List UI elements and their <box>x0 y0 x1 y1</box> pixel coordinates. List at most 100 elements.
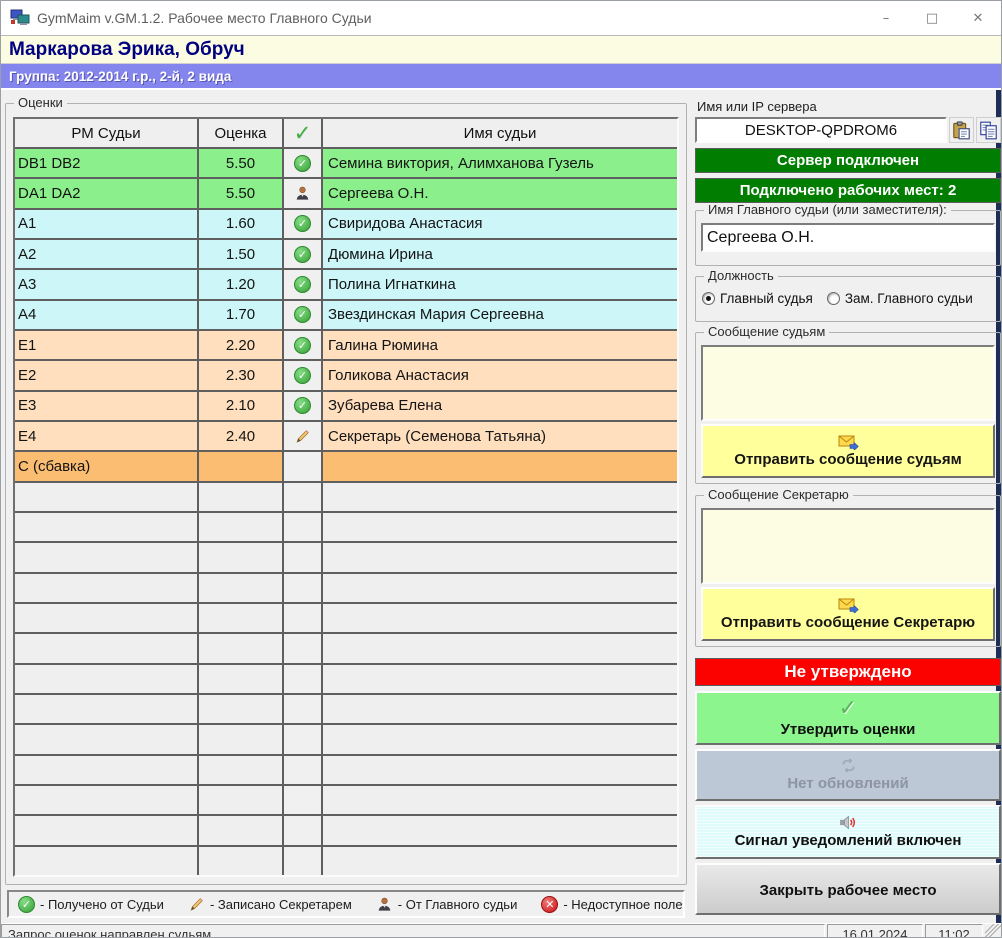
table-row: A4 1.70 ✓ Звездинская Мария Сергеевна <box>15 301 677 331</box>
judge-name-cell: Полина Игнаткина <box>323 270 677 298</box>
judge-name-cell: Секретарь (Семенова Татьяна) <box>323 422 677 450</box>
status-bar: Запрос оценок направлен судьям 16.01.202… <box>1 923 1001 938</box>
paste-button[interactable] <box>949 117 974 143</box>
judge-name-cell: Звездинская Мария Сергеевна <box>323 301 677 329</box>
approval-status-text: Не утверждено <box>784 662 911 682</box>
athlete-name: Маркарова Эрика, Обруч <box>9 39 245 61</box>
table-row: A2 1.50 ✓ Дюмина Ирина <box>15 240 677 270</box>
table-row <box>15 634 677 664</box>
received-from-judge-icon: ✓ <box>294 276 311 293</box>
legend-item: - От Главного судьи <box>376 896 518 913</box>
send-message-judges-button[interactable]: Отправить сообщение судьям <box>701 424 995 478</box>
paste-icon <box>952 121 971 140</box>
send-message-secretary-label: Отправить сообщение Секретарю <box>721 614 975 631</box>
score-cell: 1.70 <box>199 301 284 329</box>
maximize-button[interactable]: □ <box>909 1 955 35</box>
score-cell <box>199 604 284 632</box>
status-cell <box>284 786 323 814</box>
column-header-status: ✓ <box>284 119 323 147</box>
column-header-pm: РМ Судьи <box>15 119 199 147</box>
judge-name-cell: Свиридова Анастасия <box>323 210 677 238</box>
refresh-icon <box>839 758 858 773</box>
table-row: A1 1.60 ✓ Свиридова Анастасия <box>15 210 677 240</box>
received-from-judge-icon: ✓ <box>294 246 311 263</box>
table-row <box>15 725 677 755</box>
judge-name-cell <box>323 483 677 511</box>
group-band: Группа: 2012-2014 г.р., 2-й, 2 вида <box>1 64 1001 90</box>
table-row <box>15 816 677 846</box>
radio-chief-judge[interactable]: Главный судья <box>702 291 813 306</box>
pm-cell <box>15 604 199 632</box>
pm-cell <box>15 634 199 662</box>
resize-grip[interactable] <box>985 924 1001 938</box>
score-cell <box>199 574 284 602</box>
score-cell: 5.50 <box>199 149 284 177</box>
table-row: A3 1.20 ✓ Полина Игнаткина <box>15 270 677 300</box>
app-window: GymMaim v.GM.1.2. Рабочее место Главного… <box>0 0 1002 938</box>
minimize-button[interactable]: – <box>863 1 909 35</box>
close-button[interactable]: ✕ <box>955 1 1001 35</box>
pm-cell: E2 <box>15 361 199 389</box>
scores-groupbox: Оценки РМ Судьи Оценка ✓ Имя судьи DB1 D… <box>5 103 687 885</box>
score-cell <box>199 543 284 571</box>
status-message: Запрос оценок направлен судьям <box>1 924 825 938</box>
message-judges-textarea[interactable] <box>701 345 995 421</box>
pm-cell: A2 <box>15 240 199 268</box>
score-cell: 1.50 <box>199 240 284 268</box>
score-cell <box>199 452 284 480</box>
table-row <box>15 543 677 573</box>
score-cell <box>199 756 284 784</box>
message-secretary-textarea[interactable] <box>701 508 995 584</box>
send-message-judges-label: Отправить сообщение судьям <box>734 451 961 468</box>
pm-cell <box>15 786 199 814</box>
check-icon: ✓ <box>294 123 312 144</box>
table-row <box>15 513 677 543</box>
message-judges-groupbox: Сообщение судьям Отправить сообщение суд… <box>695 332 1001 484</box>
radio-deputy-chief-judge[interactable]: Зам. Главного судьи <box>827 291 973 306</box>
scores-table-header: РМ Судьи Оценка ✓ Имя судьи <box>15 119 677 149</box>
status-cell <box>284 483 323 511</box>
score-cell <box>199 816 284 844</box>
chief-judge-person-icon <box>376 896 393 913</box>
send-mail-icon <box>838 435 859 450</box>
judge-name-cell: Дюмина Ирина <box>323 240 677 268</box>
pm-cell: A1 <box>15 210 199 238</box>
status-cell: ✓ <box>284 331 323 359</box>
score-cell <box>199 665 284 693</box>
judge-name-input[interactable] <box>701 223 995 252</box>
no-updates-label: Нет обновлений <box>787 775 908 792</box>
send-message-secretary-button[interactable]: Отправить сообщение Секретарю <box>701 587 995 641</box>
close-workplace-button[interactable]: Закрыть рабочее место <box>695 863 1001 915</box>
status-cell <box>284 179 323 207</box>
notification-signal-button[interactable]: Сигнал уведомлений включен <box>695 805 1001 859</box>
table-row <box>15 604 677 634</box>
table-row <box>15 483 677 513</box>
copy-button[interactable] <box>976 117 1001 143</box>
judge-name-cell <box>323 847 677 875</box>
scores-group-label: Оценки <box>14 96 67 110</box>
status-cell <box>284 513 323 541</box>
judge-name-cell: Сергеева О.Н. <box>323 179 677 207</box>
group-info: Группа: 2012-2014 г.р., 2-й, 2 вида <box>9 69 231 84</box>
judge-name-label: Имя Главного судьи (или заместителя): <box>704 203 951 217</box>
received-from-judge-icon: ✓ <box>294 155 311 172</box>
received-from-judge-icon: ✓ <box>294 397 311 414</box>
scores-table: РМ Судьи Оценка ✓ Имя судьи DB1 DB2 5.50… <box>13 117 679 877</box>
approve-check-icon: ✓ <box>839 699 857 719</box>
server-input[interactable] <box>695 117 947 143</box>
approve-scores-button[interactable]: ✓ Утвердить оценки <box>695 691 1001 745</box>
score-table-body: DB1 DB2 5.50 ✓ Семина виктория, Алимхано… <box>15 149 677 875</box>
no-updates-button[interactable]: Нет обновлений <box>695 749 1001 801</box>
table-row <box>15 665 677 695</box>
table-row <box>15 756 677 786</box>
server-status-text: Сервер подключен <box>777 152 919 169</box>
judge-name-cell <box>323 786 677 814</box>
legend-item-label: - Записано Секретарем <box>210 897 352 912</box>
score-cell <box>199 725 284 753</box>
unavailable-field-icon: ✕ <box>541 896 558 913</box>
table-row <box>15 786 677 816</box>
received-from-judge-icon: ✓ <box>294 337 311 354</box>
legend-item: - Записано Секретарем <box>188 896 352 913</box>
judge-name-cell: Семина виктория, Алимханова Гузель <box>323 149 677 177</box>
judge-name-cell <box>323 634 677 662</box>
